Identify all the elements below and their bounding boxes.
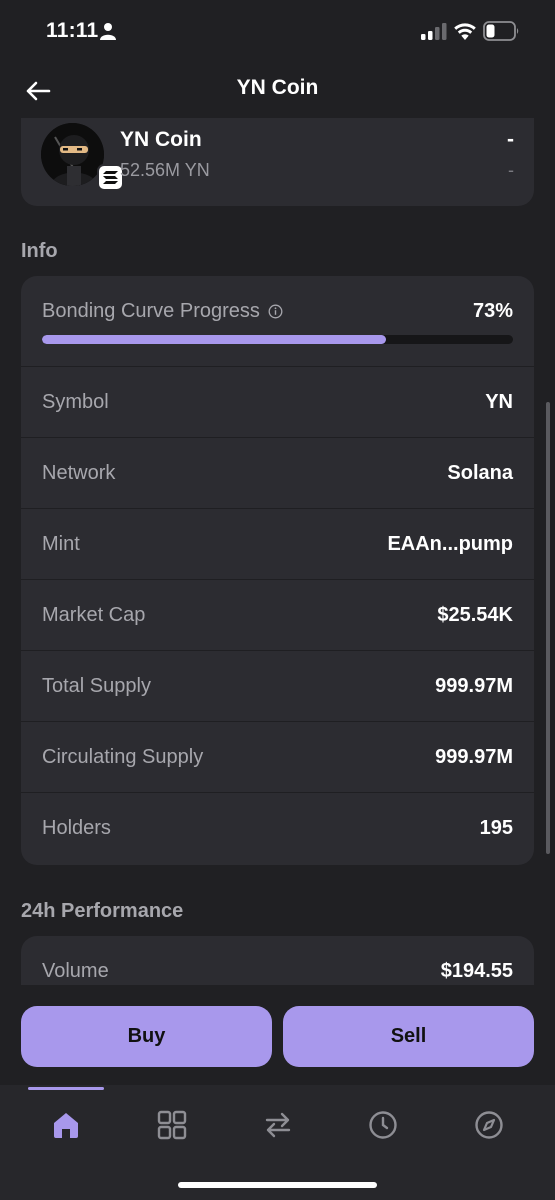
- status-bar: 11:11: [0, 0, 555, 62]
- bonding-curve-progress: Bonding Curve Progress 73%: [21, 276, 534, 367]
- info-row-total-supply: Total Supply 999.97M: [21, 651, 534, 722]
- swap-icon: [265, 1112, 291, 1138]
- token-avatar: [41, 123, 104, 186]
- page-title: YN Coin: [236, 76, 319, 99]
- progress-track: [42, 335, 513, 344]
- battery-icon: [483, 21, 519, 41]
- tab-history[interactable]: [361, 1105, 405, 1145]
- home-indicator: [178, 1182, 377, 1188]
- row-label: Network: [42, 462, 116, 484]
- row-value: YN: [485, 391, 513, 413]
- token-change: -: [508, 160, 514, 180]
- progress-label-group: Bonding Curve Progress: [42, 300, 283, 323]
- tab-home[interactable]: [44, 1105, 88, 1145]
- row-label: Holders: [42, 817, 111, 839]
- info-row-volume: Volume $194.55: [21, 936, 534, 985]
- tab-swap[interactable]: [256, 1105, 300, 1145]
- token-value: -: [507, 128, 514, 151]
- row-label: Total Supply: [42, 675, 151, 697]
- compass-icon: [475, 1111, 503, 1139]
- progress-fill: [42, 335, 386, 344]
- info-icon[interactable]: [268, 304, 283, 319]
- token-card: YN Coin 52.56M YN - -: [21, 118, 534, 206]
- sell-button[interactable]: Sell: [283, 1006, 534, 1067]
- ninja-avatar-icon: [41, 123, 104, 186]
- progress-label: Bonding Curve Progress: [42, 300, 260, 322]
- info-row-holders: Holders 195: [21, 793, 534, 864]
- row-value: EAAn...pump: [387, 533, 513, 555]
- row-label: Market Cap: [42, 604, 146, 626]
- info-row-circulating-supply: Circulating Supply 999.97M: [21, 722, 534, 793]
- row-value: 999.97M: [435, 746, 513, 768]
- solana-icon: [103, 171, 118, 184]
- wifi-icon: [454, 23, 476, 40]
- person-icon: [100, 23, 116, 40]
- scrollbar[interactable]: [546, 402, 550, 854]
- info-row-mint: Mint EAAn...pump: [21, 509, 534, 580]
- info-row-market-cap: Market Cap $25.54K: [21, 580, 534, 651]
- row-value: Solana: [447, 462, 513, 484]
- info-card: Bonding Curve Progress 73% Symbol YN Netwo…: [21, 276, 534, 865]
- progress-value: 73%: [472, 300, 513, 322]
- status-time: 11:11: [46, 19, 99, 42]
- row-label: Volume: [42, 960, 109, 982]
- app-header: YN Coin: [0, 62, 555, 118]
- row-value: $194.55: [440, 960, 513, 982]
- info-row-symbol: Symbol YN: [21, 367, 534, 438]
- grid-icon: [157, 1110, 187, 1140]
- info-row-network: Network Solana: [21, 438, 534, 509]
- token-name: YN Coin: [120, 128, 202, 151]
- info-section-title: Info: [21, 240, 58, 262]
- clock-icon: [369, 1111, 397, 1139]
- scroll-content[interactable]: YN Coin 52.56M YN - - Info Bonding Curve…: [0, 118, 555, 985]
- token-balance: 52.56M YN: [120, 160, 210, 180]
- row-label: Circulating Supply: [42, 746, 204, 768]
- row-label: Symbol: [42, 391, 109, 413]
- row-value: $25.54K: [437, 604, 513, 626]
- bottom-tab-bar: [0, 1085, 555, 1200]
- buy-button[interactable]: Buy: [21, 1006, 272, 1067]
- tab-apps[interactable]: [150, 1105, 194, 1145]
- home-icon: [54, 1113, 78, 1138]
- active-tab-indicator: [28, 1087, 104, 1090]
- cellular-signal-icon: [421, 23, 447, 40]
- row-value: 195: [479, 817, 513, 839]
- action-bar: Buy Sell: [0, 985, 555, 1085]
- row-value: 999.97M: [435, 675, 513, 697]
- tab-explore[interactable]: [467, 1105, 511, 1145]
- performance-card: Volume $194.55: [21, 936, 534, 985]
- row-label: Mint: [42, 533, 80, 555]
- performance-section-title: 24h Performance: [21, 900, 184, 922]
